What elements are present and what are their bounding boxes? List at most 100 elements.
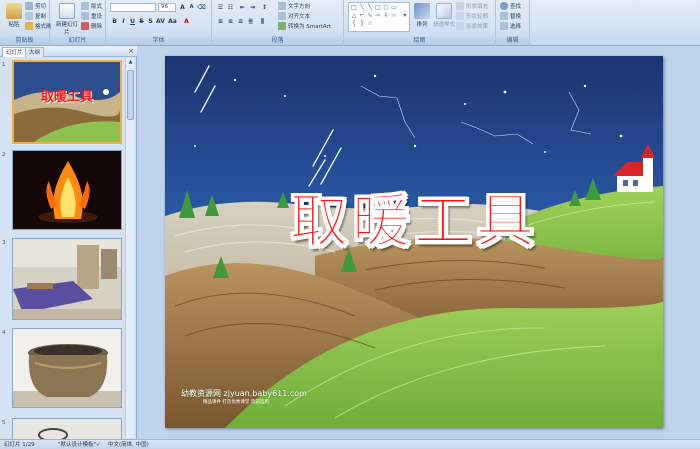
slides-group-label: 幻灯片 xyxy=(50,36,105,45)
slide-edit-area: 取暖工具 幼教资源网 zjyuan.baby611.com 精品课件 打造优秀课… xyxy=(138,46,700,439)
cut-button[interactable]: 剪切 xyxy=(25,2,46,10)
spacing-button[interactable]: AV xyxy=(156,17,165,26)
layout-button[interactable]: 版式 xyxy=(81,2,102,10)
arrange-icon xyxy=(414,3,430,19)
increase-indent-button[interactable]: ⇥ xyxy=(248,3,257,12)
slides-group: 新建幻灯片 版式 重设 删除 幻灯片 xyxy=(50,0,106,46)
shape-outline-button[interactable]: 形状轮廓 xyxy=(456,12,488,20)
shape-effects-button[interactable]: 形状效果 xyxy=(456,22,488,30)
grow-font-button[interactable]: A xyxy=(178,3,187,12)
align-text-icon xyxy=(278,12,286,20)
slide-thumbnail-4[interactable] xyxy=(12,328,122,408)
editing-group: 查找 替换 选择 编辑 xyxy=(496,0,530,46)
slide-thumbnail-5[interactable] xyxy=(12,418,122,439)
oval-icon[interactable]: ○ xyxy=(382,4,390,11)
delete-slide-button[interactable]: 删除 xyxy=(81,22,102,30)
shape-fill-button[interactable]: 形状填充 xyxy=(456,2,488,10)
justify-button[interactable]: ≣ xyxy=(246,17,255,26)
thumbnail-5-image xyxy=(13,419,121,439)
shrink-font-button[interactable]: A xyxy=(187,3,196,12)
arrow-right-icon[interactable]: ⇨ xyxy=(374,12,382,19)
new-slide-button[interactable]: 新建幻灯片 xyxy=(54,3,80,36)
text-direction-button[interactable]: 文字方向 xyxy=(278,2,310,10)
bold-button[interactable]: B xyxy=(110,17,119,26)
panel-scrollbar[interactable]: ▲ xyxy=(125,58,134,438)
slide-number: 5 xyxy=(2,420,6,426)
bullets-button[interactable]: ☰ xyxy=(216,3,225,12)
find-button[interactable]: 查找 xyxy=(500,2,521,10)
triangle-icon[interactable]: △ xyxy=(350,12,358,19)
rectangle-icon[interactable]: ▭ xyxy=(390,4,398,11)
language-status[interactable]: 中文(简体, 中国) xyxy=(108,440,149,449)
scroll-up-icon[interactable]: ▲ xyxy=(127,59,134,66)
align-right-button[interactable]: ≡ xyxy=(236,17,245,26)
slide-thumbnail-2[interactable] xyxy=(12,150,122,230)
italic-button[interactable]: I xyxy=(119,17,128,26)
numbering-button[interactable]: ☷ xyxy=(226,3,235,12)
editing-group-label: 编辑 xyxy=(496,36,529,45)
slide-count: 幻灯片 1/29 xyxy=(4,442,35,448)
drawing-group-label: 绘图 xyxy=(344,36,495,45)
convert-smartart-button[interactable]: 转换为 SmartArt xyxy=(278,22,331,30)
line-icon[interactable]: ╲ xyxy=(366,4,374,11)
align-center-button[interactable]: ≡ xyxy=(226,17,235,26)
align-text-button[interactable]: 对齐文本 xyxy=(278,12,310,20)
spellcheck-icon[interactable]: ✓ xyxy=(96,440,101,449)
bracket-icon[interactable]: ⌐ xyxy=(358,12,366,19)
tab-outline[interactable]: 大纲 xyxy=(25,47,45,57)
ribbon: 粘贴 剪切 复制 格式刷 剪贴板 新建幻灯片 版式 重设 删除 幻灯片 96 A… xyxy=(0,0,700,46)
line-icon[interactable]: ╲ xyxy=(358,4,366,11)
paste-button[interactable]: 粘贴 xyxy=(2,3,26,28)
slide-title[interactable]: 取暖工具 xyxy=(165,174,663,258)
current-slide[interactable]: 取暖工具 幼教资源网 zjyuan.baby611.com 精品课件 打造优秀课… xyxy=(165,56,663,428)
replace-button[interactable]: 替换 xyxy=(500,12,521,20)
font-group-label: 字体 xyxy=(106,36,211,45)
font-color-button[interactable]: A xyxy=(182,17,191,26)
shadow-button[interactable]: S xyxy=(146,17,155,26)
close-icon[interactable]: × xyxy=(128,47,134,55)
strikethrough-button[interactable]: S xyxy=(137,17,146,26)
cursor-icon xyxy=(500,22,508,30)
star-icon[interactable]: ☆ xyxy=(390,12,398,19)
clipboard-group-label: 剪贴板 xyxy=(0,36,49,45)
copy-button[interactable]: 复制 xyxy=(25,12,46,20)
brace-icon[interactable]: { xyxy=(350,20,358,27)
underline-button[interactable]: U xyxy=(128,17,137,26)
change-case-button[interactable]: Aa xyxy=(168,17,177,26)
smartart-icon xyxy=(278,22,286,30)
font-name-combo[interactable] xyxy=(110,3,156,12)
reset-button[interactable]: 重设 xyxy=(81,12,102,20)
format-painter-button[interactable]: 格式刷 xyxy=(25,22,52,30)
scissors-icon xyxy=(25,2,33,10)
fill-icon xyxy=(456,2,464,10)
decrease-indent-button[interactable]: ⇤ xyxy=(238,3,247,12)
slide-thumbnail-1[interactable]: 取暖工具 xyxy=(12,60,122,144)
slide-number: 2 xyxy=(2,152,6,158)
brace-icon[interactable]: } xyxy=(358,20,366,27)
more-shapes-icon[interactable]: ▾ xyxy=(401,12,409,19)
slide-number: 4 xyxy=(2,330,6,336)
clear-format-button[interactable]: ⌫ xyxy=(197,3,206,12)
select-button[interactable]: 选择 xyxy=(500,22,521,30)
arrange-button[interactable]: 排列 xyxy=(410,3,434,28)
quick-styles-icon xyxy=(436,3,452,19)
paste-icon xyxy=(6,3,22,19)
line-spacing-button[interactable]: ↕ xyxy=(260,3,269,12)
rectangle-icon[interactable]: □ xyxy=(350,4,358,11)
columns-button[interactable]: ⫼ xyxy=(258,17,267,26)
scrollbar-thumb[interactable] xyxy=(127,70,134,120)
shape-gallery[interactable]: □ ╲ ╲ □ ○ ▭ △ ⌐ ∿ ⇨ ⇩ ☆ { } ☆ ▾ xyxy=(348,2,410,32)
paragraph-group: ☰ ☷ ⇤ ⇥ ↕ 文字方向 对齐文本 转换为 SmartArt ≡ ≡ ≡ ≣… xyxy=(212,0,344,46)
brazier-image xyxy=(13,329,121,407)
watermark-subtext: 精品课件 打造优秀课堂 欢迎选用 xyxy=(203,400,269,405)
star-icon[interactable]: ☆ xyxy=(366,20,374,27)
quick-styles-button[interactable]: 快速样式 xyxy=(432,3,456,28)
tab-slides[interactable]: 幻灯片 xyxy=(2,47,27,57)
slide-thumbnail-3[interactable] xyxy=(12,238,122,320)
font-size-combo[interactable]: 96 xyxy=(158,3,176,12)
rectangle-icon[interactable]: □ xyxy=(374,4,382,11)
clipboard-group: 粘贴 剪切 复制 格式刷 剪贴板 xyxy=(0,0,52,46)
arrow-down-icon[interactable]: ⇩ xyxy=(382,12,390,19)
align-left-button[interactable]: ≡ xyxy=(216,17,225,26)
curve-icon[interactable]: ∿ xyxy=(366,12,374,19)
